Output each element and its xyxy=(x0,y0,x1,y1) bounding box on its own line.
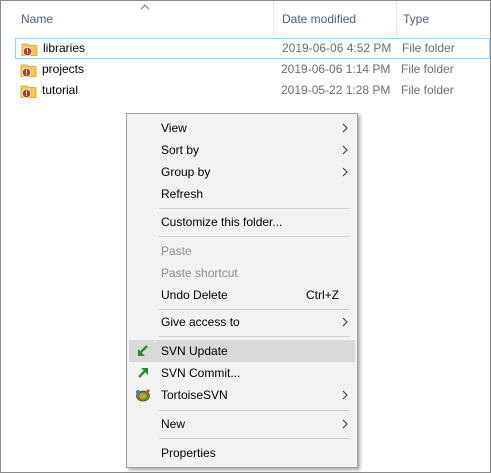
menu-separator xyxy=(159,236,349,237)
menu-separator xyxy=(159,438,349,439)
chevron-right-icon xyxy=(342,317,348,327)
file-date-modified: 2019-06-06 4:52 PM xyxy=(282,41,392,55)
context-menu: View Sort by Group by Refresh Customize … xyxy=(126,113,358,468)
column-header: Name Date modified Type xyxy=(1,1,490,37)
menu-item-give-access[interactable]: Give access to xyxy=(129,311,355,333)
menu-item-label: Give access to xyxy=(161,315,240,329)
file-name: projects xyxy=(42,62,85,76)
svn-update-icon xyxy=(138,345,148,356)
column-type-label: Type xyxy=(403,12,430,26)
chevron-right-icon xyxy=(342,123,348,133)
menu-item-shortcut: Ctrl+Z xyxy=(306,288,339,302)
file-date-modified: 2019-06-06 1:14 PM xyxy=(281,62,391,76)
menu-separator xyxy=(159,309,349,310)
menu-item-svn-update[interactable]: SVN Update xyxy=(129,340,355,362)
chevron-right-icon xyxy=(342,167,348,177)
file-name: libraries xyxy=(43,41,86,55)
folder-icon xyxy=(20,64,37,78)
menu-separator xyxy=(159,410,349,411)
file-type: File folder xyxy=(401,62,454,76)
file-row-projects[interactable]: projects 2019-06-06 1:14 PM File folder xyxy=(15,60,490,81)
menu-item-label: TortoiseSVN xyxy=(161,388,228,402)
menu-item-properties[interactable]: Properties xyxy=(129,442,355,464)
column-name-header[interactable]: Name xyxy=(15,1,273,37)
column-divider[interactable] xyxy=(273,1,274,37)
menu-item-new[interactable]: New xyxy=(129,413,355,435)
column-name-label: Name xyxy=(21,12,54,26)
menu-item-label: SVN Update xyxy=(161,344,228,358)
menu-item-refresh[interactable]: Refresh xyxy=(129,183,355,205)
column-date-modified-header[interactable]: Date modified xyxy=(276,1,396,37)
menu-item-customize-folder[interactable]: Customize this folder... xyxy=(129,211,355,233)
menu-item-label: Paste xyxy=(161,244,192,258)
tortoisesvn-icon xyxy=(136,389,150,402)
menu-item-label: View xyxy=(161,121,187,135)
file-row-libraries[interactable]: libraries 2019-06-06 4:52 PM File folder xyxy=(15,38,490,59)
menu-item-paste: Paste xyxy=(129,240,355,262)
file-name: tutorial xyxy=(42,83,79,97)
menu-item-label: SVN Commit... xyxy=(161,366,241,380)
file-type: File folder xyxy=(402,41,455,55)
menu-item-label: Group by xyxy=(161,165,211,179)
menu-item-tortoisesvn[interactable]: TortoiseSVN xyxy=(129,384,355,406)
column-date-modified-label: Date modified xyxy=(282,12,357,26)
menu-separator xyxy=(159,336,349,337)
file-type: File folder xyxy=(401,83,454,97)
folder-icon xyxy=(20,85,37,99)
menu-item-label: Undo Delete xyxy=(161,288,228,302)
explorer-file-list: Name Date modified Type libraries 2019-0… xyxy=(0,0,491,473)
svn-commit-icon xyxy=(138,368,148,378)
file-date-modified: 2019-05-22 1:28 PM xyxy=(281,83,391,97)
menu-item-paste-shortcut: Paste shortcut xyxy=(129,262,355,284)
menu-item-label: Refresh xyxy=(161,187,204,201)
column-type-header[interactable]: Type xyxy=(397,1,490,37)
chevron-right-icon xyxy=(342,390,348,400)
chevron-right-icon xyxy=(342,419,348,429)
menu-item-svn-commit[interactable]: SVN Commit... xyxy=(129,362,355,384)
menu-item-sort-by[interactable]: Sort by xyxy=(129,139,355,161)
menu-item-label: New xyxy=(161,417,186,431)
menu-item-group-by[interactable]: Group by xyxy=(129,161,355,183)
file-row-tutorial[interactable]: tutorial 2019-05-22 1:28 PM File folder xyxy=(15,81,490,102)
menu-item-undo-delete[interactable]: Undo Delete Ctrl+Z xyxy=(129,284,355,306)
menu-item-label: Customize this folder... xyxy=(161,215,283,229)
menu-item-label: Properties xyxy=(161,446,216,460)
menu-separator xyxy=(159,208,349,209)
menu-item-view[interactable]: View xyxy=(129,117,355,139)
folder-icon xyxy=(21,43,38,57)
menu-item-label: Paste shortcut xyxy=(161,266,238,280)
chevron-right-icon xyxy=(342,145,348,155)
menu-item-label: Sort by xyxy=(161,143,200,157)
